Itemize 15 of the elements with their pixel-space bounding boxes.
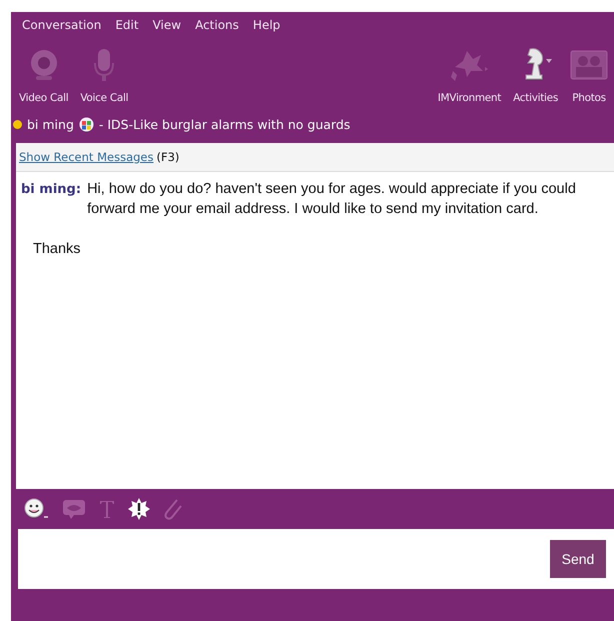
menu-item[interactable]: Actions xyxy=(188,18,246,40)
shortcut-hint: (F3) xyxy=(156,150,180,164)
show-recent-messages-link[interactable]: Show Recent Messages xyxy=(19,150,154,164)
menu-item[interactable]: Edit xyxy=(108,18,146,40)
message-text: Hi, how do you do? haven't seen you for ages. would appreciate if you could forward me your email address. I would like to send my invitation card. xyxy=(87,180,577,219)
menu-item[interactable]: Conversation xyxy=(15,18,108,40)
contact-name: bi ming xyxy=(27,116,74,132)
send-button[interactable]: Send xyxy=(550,540,606,578)
message-text: Thanks xyxy=(33,240,81,259)
menu-item[interactable]: Help xyxy=(246,18,288,40)
message-input[interactable]: Send xyxy=(18,529,614,589)
menu-item[interactable]: View xyxy=(146,18,188,40)
chess-knight-button[interactable]: Activities xyxy=(507,42,564,112)
status-message: - IDS-Like burglar alarms with no guards xyxy=(98,116,350,132)
sender-name: bi ming: xyxy=(21,181,82,199)
